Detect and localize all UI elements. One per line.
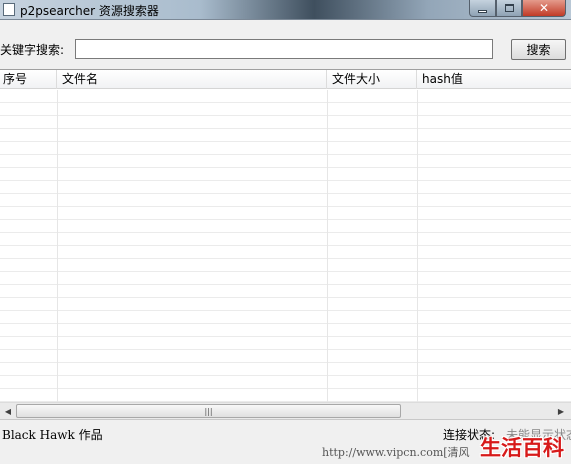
list-header: 序号 文件名 文件大小 hash值 bbox=[0, 70, 571, 89]
minimize-icon bbox=[478, 9, 487, 13]
window-title: p2psearcher 资源搜索器 bbox=[20, 4, 159, 18]
title-bar[interactable]: p2psearcher 资源搜索器 ✕ bbox=[0, 0, 571, 20]
scroll-right-arrow-icon[interactable]: ▶ bbox=[553, 403, 569, 419]
column-divider bbox=[327, 90, 328, 402]
search-label: 关键字搜索: bbox=[0, 43, 65, 57]
column-header-index[interactable]: 序号 bbox=[0, 70, 57, 89]
column-header-hash[interactable]: hash值 bbox=[417, 70, 571, 89]
column-header-filename[interactable]: 文件名 bbox=[57, 70, 327, 89]
maximize-button[interactable] bbox=[496, 0, 522, 17]
scrollbar-grip-icon: ||| bbox=[204, 406, 213, 416]
close-icon: ✕ bbox=[538, 1, 550, 15]
scroll-left-arrow-icon[interactable]: ◀ bbox=[0, 403, 16, 419]
author-credit: Black Hawk 作品 bbox=[2, 428, 103, 442]
results-list[interactable]: 序号 文件名 文件大小 hash值 ◀ ||| ▶ bbox=[0, 69, 571, 419]
list-rows-area[interactable] bbox=[0, 90, 571, 402]
column-divider bbox=[57, 90, 58, 402]
close-button[interactable]: ✕ bbox=[522, 0, 566, 17]
scrollbar-thumb[interactable]: ||| bbox=[16, 404, 401, 418]
minimize-button[interactable] bbox=[469, 0, 496, 17]
search-input[interactable] bbox=[75, 39, 493, 59]
column-header-filesize[interactable]: 文件大小 bbox=[327, 70, 417, 89]
search-button[interactable]: 搜索 bbox=[511, 39, 566, 60]
watermark-url: http://www.vipcn.com[清风 bbox=[322, 446, 470, 459]
app-icon bbox=[3, 3, 15, 16]
watermark-logo: 生活百科 bbox=[480, 436, 564, 460]
maximize-icon bbox=[504, 4, 514, 12]
column-divider bbox=[417, 90, 418, 402]
horizontal-scrollbar[interactable]: ◀ ||| ▶ bbox=[0, 402, 571, 419]
